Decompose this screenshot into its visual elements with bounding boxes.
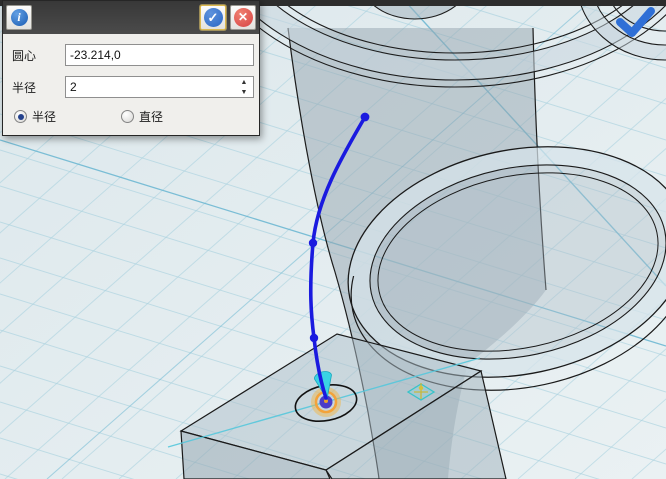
radio-radius-circle-icon (14, 110, 27, 123)
radius-label: 半径 (12, 79, 65, 96)
radius-spinner: ▲ ▼ (236, 77, 252, 97)
dialog-header: i ✓ ✕ (3, 1, 259, 34)
confirm-check-icon: ✓ (204, 8, 223, 27)
spinner-down-icon[interactable]: ▼ (236, 87, 252, 97)
radius-field-row: 半径 ▲ ▼ (12, 76, 254, 98)
radius-input[interactable] (65, 76, 254, 98)
spline-fit-point[interactable] (309, 239, 317, 247)
spline-endpoint[interactable] (361, 113, 370, 122)
radio-diameter-circle-icon (121, 110, 134, 123)
confirm-button[interactable]: ✓ (200, 5, 226, 30)
radio-radius[interactable]: 半径 (14, 108, 56, 125)
cancel-button[interactable]: ✕ (230, 5, 256, 30)
radio-diameter[interactable]: 直径 (121, 108, 163, 125)
spline-fit-point[interactable] (310, 334, 318, 342)
info-icon: i (11, 9, 28, 26)
radius-diameter-radio-group: 半径 直径 (14, 108, 254, 125)
spinner-up-icon[interactable]: ▲ (236, 77, 252, 87)
radio-radius-label: 半径 (32, 108, 56, 125)
radio-diameter-label: 直径 (139, 108, 163, 125)
dialog-body: 圆心 半径 ▲ ▼ 半径 直径 (3, 34, 259, 135)
center-label: 圆心 (12, 47, 65, 64)
cancel-x-icon: ✕ (234, 8, 253, 27)
center-input[interactable] (65, 44, 254, 66)
info-button[interactable]: i (6, 5, 32, 30)
circle-parameters-dialog: i ✓ ✕ 圆心 半径 ▲ ▼ 半径 (2, 0, 260, 136)
center-field-row: 圆心 (12, 44, 254, 66)
